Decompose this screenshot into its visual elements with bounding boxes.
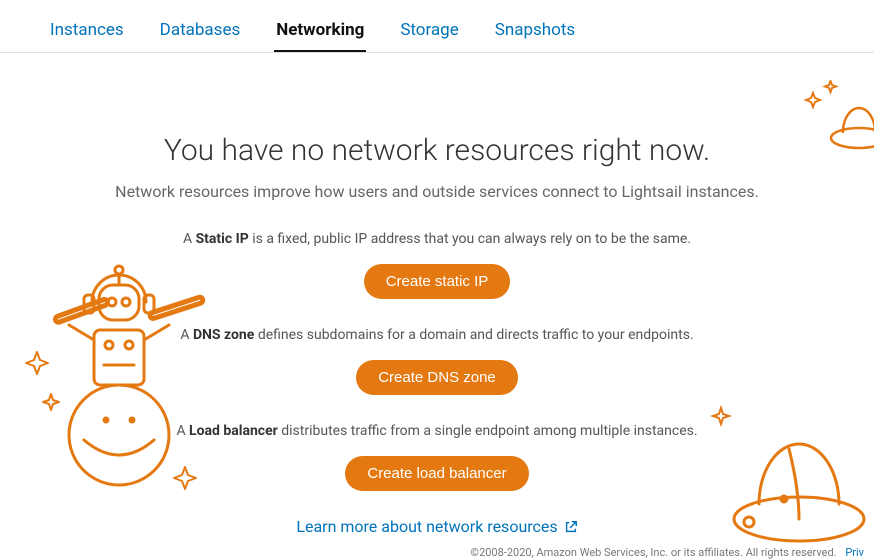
learn-more-link[interactable]: Learn more about network resources [296,517,577,536]
tab-storage[interactable]: Storage [398,10,460,52]
external-link-icon [564,520,578,534]
create-dns-zone-button[interactable]: Create DNS zone [356,360,518,395]
page-subtitle: Network resources improve how users and … [0,182,874,201]
robot-illustration [14,230,214,500]
tab-databases[interactable]: Databases [158,10,243,52]
footer: ©2008-2020, Amazon Web Services, Inc. or… [470,546,864,559]
page-title: You have no network resources right now. [0,133,874,168]
main-tabs: Instances Databases Networking Storage S… [0,0,874,53]
create-static-ip-button[interactable]: Create static IP [364,264,511,299]
ufo-illustration [704,389,874,549]
privacy-link[interactable]: Priv [845,546,864,559]
create-load-balancer-button[interactable]: Create load balancer [345,456,528,491]
tab-instances[interactable]: Instances [48,10,126,52]
tab-snapshots[interactable]: Snapshots [493,10,577,52]
tab-networking[interactable]: Networking [274,10,366,52]
ufo-small-illustration [799,80,874,152]
copyright-text: ©2008-2020, Amazon Web Services, Inc. or… [470,546,836,559]
